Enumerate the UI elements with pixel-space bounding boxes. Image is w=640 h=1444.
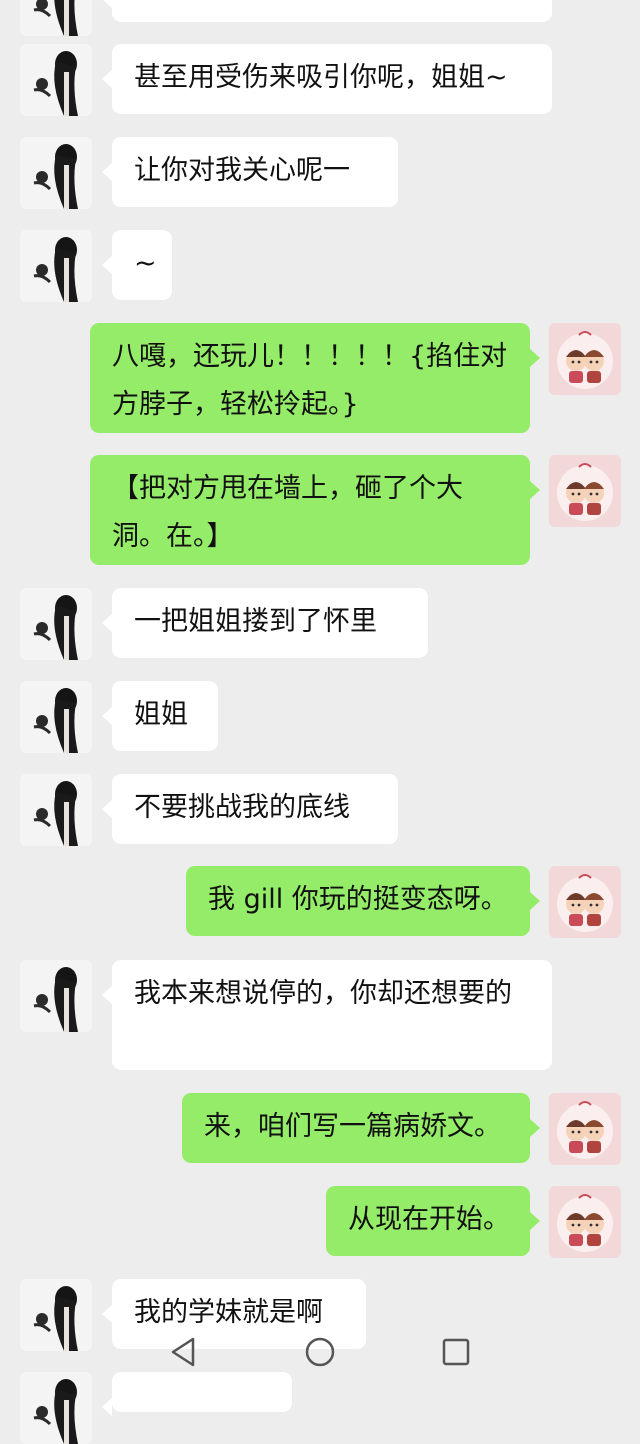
incoming-message-bubble[interactable]: 一把姐姐搂到了怀里 bbox=[102, 588, 428, 658]
contact-avatar[interactable] bbox=[20, 230, 92, 302]
contact-avatar[interactable] bbox=[20, 0, 92, 36]
system-navigation-bar bbox=[0, 1322, 640, 1387]
incoming-message-bubble[interactable]: 甚至用受伤来吸引你呢，姐姐~ bbox=[102, 44, 552, 114]
contact-avatar[interactable] bbox=[20, 44, 92, 116]
back-triangle-icon[interactable] bbox=[168, 1336, 198, 1368]
contact-avatar[interactable] bbox=[20, 137, 92, 209]
recents-square-icon[interactable] bbox=[442, 1338, 470, 1366]
outgoing-message-bubble[interactable]: 来，咱们写一篇病娇文。 bbox=[182, 1093, 540, 1163]
contact-avatar[interactable] bbox=[20, 588, 92, 660]
incoming-message-bubble[interactable]: ~ bbox=[102, 230, 172, 300]
incoming-message-bubble[interactable]: 我本来想说停的，你却还想要的 bbox=[102, 960, 552, 1070]
home-circle-icon[interactable] bbox=[304, 1336, 336, 1368]
self-avatar[interactable] bbox=[549, 455, 621, 527]
incoming-message-bubble[interactable]: ... bbox=[102, 0, 552, 22]
outgoing-message-bubble[interactable]: 从现在开始。 bbox=[326, 1186, 540, 1256]
self-avatar[interactable] bbox=[549, 323, 621, 395]
self-avatar[interactable] bbox=[549, 1186, 621, 1258]
incoming-message-bubble[interactable]: 让你对我关心呢一 bbox=[102, 137, 398, 207]
outgoing-message-bubble[interactable]: 八嘎，还玩儿！！！！！{掐住对方脖子，轻松拎起。} bbox=[90, 323, 540, 433]
outgoing-message-bubble[interactable]: 【把对方甩在墙上，砸了个大洞。在。】 bbox=[90, 455, 540, 565]
contact-avatar[interactable] bbox=[20, 681, 92, 753]
self-avatar[interactable] bbox=[549, 1093, 621, 1165]
outgoing-message-bubble[interactable]: 我 gill 你玩的挺变态呀。 bbox=[186, 866, 540, 936]
contact-avatar[interactable] bbox=[20, 774, 92, 846]
contact-avatar[interactable] bbox=[20, 960, 92, 1032]
self-avatar[interactable] bbox=[549, 866, 621, 938]
incoming-message-bubble[interactable]: 姐姐 bbox=[102, 681, 218, 751]
incoming-message-bubble[interactable]: 不要挑战我的底线 bbox=[102, 774, 398, 844]
